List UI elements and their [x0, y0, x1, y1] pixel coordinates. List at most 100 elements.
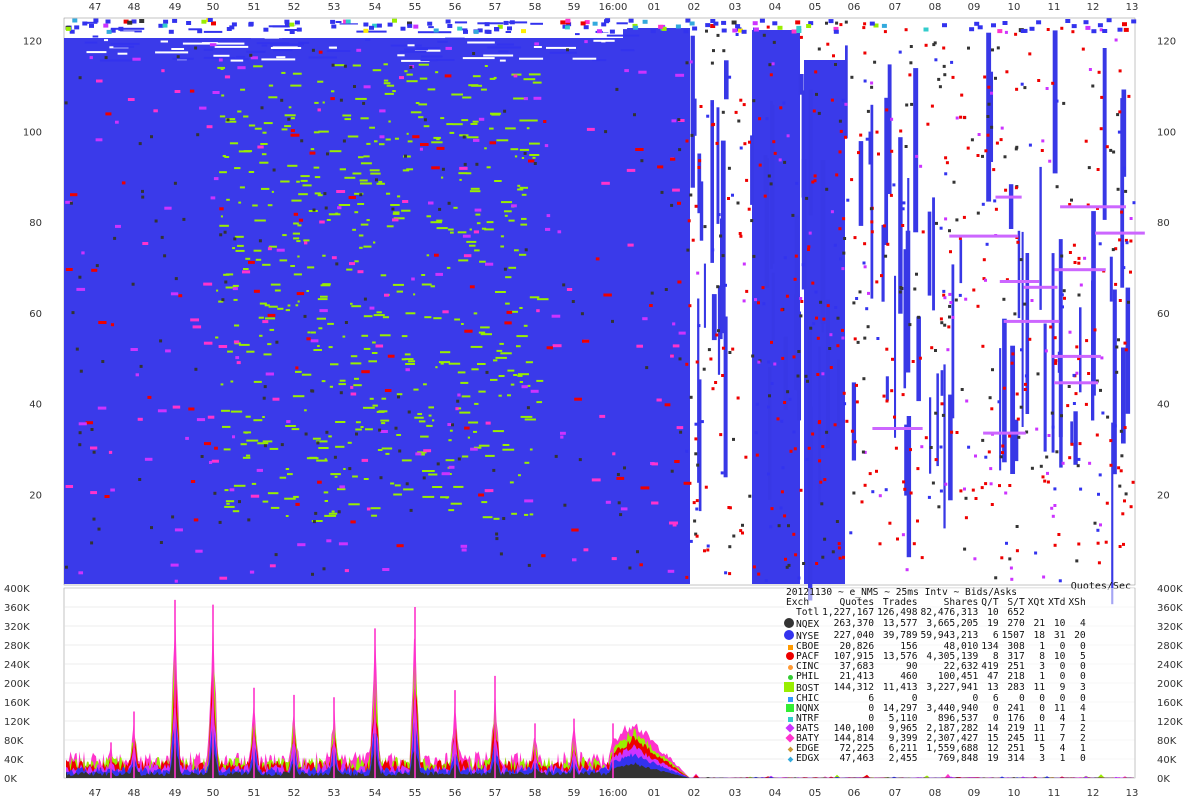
quote-mark	[959, 489, 963, 493]
scatter-x-tick-top: 56	[449, 2, 462, 13]
quote-mark	[991, 48, 994, 52]
quote-mark	[293, 273, 302, 276]
quote-mark	[298, 218, 304, 222]
quote-mark	[1023, 388, 1027, 391]
quote-mark	[318, 447, 329, 449]
exchange-marker-icon	[788, 665, 793, 670]
quote-mark	[1070, 442, 1074, 446]
quote-streak	[771, 272, 775, 342]
quote-streak	[999, 348, 1002, 471]
quote-mark	[853, 236, 857, 240]
quote-mark	[841, 336, 845, 340]
quote-mark	[707, 348, 711, 352]
quote-mark	[359, 179, 368, 182]
quote-mark	[523, 151, 527, 155]
quote-mark	[500, 245, 504, 248]
quote-mark	[279, 476, 287, 479]
quote-mark	[325, 430, 329, 434]
quote-mark	[807, 446, 811, 450]
quote-mark	[311, 48, 315, 52]
quote-mark	[267, 343, 272, 346]
quote-mark	[1020, 29, 1026, 33]
quote-mark	[368, 360, 378, 363]
quote-mark	[387, 22, 393, 27]
quote-streak	[936, 373, 939, 467]
quote-mark	[850, 75, 854, 79]
area-y-tick-right: 240K	[1157, 660, 1183, 671]
exchange-name: PHIL	[796, 671, 820, 682]
quote-mark	[785, 565, 789, 569]
quote-mark	[533, 162, 537, 165]
quote-mark	[207, 415, 215, 419]
quote-mark	[272, 397, 280, 401]
quote-mark	[461, 323, 464, 325]
quote-mark	[290, 84, 302, 87]
quote-mark	[449, 429, 453, 432]
quote-mark	[436, 219, 443, 222]
quote-mark	[549, 51, 577, 54]
quote-mark	[521, 29, 526, 34]
quote-mark	[635, 148, 644, 151]
quote-mark	[801, 263, 805, 267]
quote-mark	[264, 304, 270, 307]
quote-mark	[292, 395, 305, 398]
quote-mark	[436, 138, 440, 141]
quote-mark	[521, 385, 528, 389]
quote-mark	[262, 320, 269, 324]
quote-mark	[779, 506, 783, 510]
quote-mark	[253, 380, 262, 383]
quote-mark	[355, 428, 362, 431]
quote-mark	[985, 242, 989, 246]
quote-mark	[1050, 411, 1054, 415]
quote-mark	[835, 173, 839, 177]
quote-mark	[409, 508, 413, 512]
quote-mark	[671, 119, 677, 123]
quote-mark	[176, 55, 180, 59]
quote-mark	[861, 450, 865, 454]
area-y-tick-right: 400K	[1157, 584, 1183, 595]
quote-mark	[678, 148, 682, 152]
quote-mark	[1005, 70, 1009, 74]
quote-mark	[862, 261, 866, 265]
quote-mark	[964, 496, 968, 500]
quote-mark	[265, 372, 274, 376]
quote-mark	[349, 262, 356, 266]
quote-mark	[882, 394, 886, 398]
stats-cell-xqt: 21	[1033, 618, 1046, 629]
quote-mark	[950, 430, 954, 434]
quote-mark	[504, 210, 512, 213]
quote-mark	[326, 539, 332, 543]
quote-mark	[939, 317, 943, 321]
quote-mark	[328, 435, 332, 438]
quote-mark	[844, 102, 848, 106]
quote-mark	[994, 207, 998, 211]
quote-mark	[524, 418, 536, 421]
scatter-x-tick-top: 09	[968, 2, 981, 13]
area-y-tick-right: 360K	[1157, 603, 1183, 614]
quote-mark	[339, 168, 346, 171]
quote-mark	[835, 21, 839, 25]
quote-mark	[1078, 442, 1082, 446]
quote-mark	[505, 302, 510, 305]
area-x-tick-bottom: 05	[809, 788, 822, 799]
quote-mark	[642, 317, 648, 321]
quote-mark	[188, 407, 195, 411]
quote-mark	[505, 127, 516, 130]
quote-mark	[739, 529, 743, 533]
quote-mark	[886, 242, 890, 246]
quote-mark	[945, 161, 949, 165]
quote-mark	[514, 155, 518, 158]
quote-mark	[532, 156, 536, 159]
quote-mark	[384, 389, 392, 392]
quote-mark	[860, 500, 864, 504]
quote-mark	[942, 46, 946, 50]
quote-mark	[436, 462, 440, 466]
quote-mark	[658, 24, 664, 29]
quote-mark	[79, 369, 83, 373]
quote-mark	[1029, 26, 1035, 31]
quote-mark	[804, 374, 808, 378]
quote-mark	[793, 447, 797, 451]
quote-mark	[623, 466, 626, 470]
quote-mark	[312, 208, 316, 212]
stats-cell-exch: EDGX	[784, 754, 819, 764]
